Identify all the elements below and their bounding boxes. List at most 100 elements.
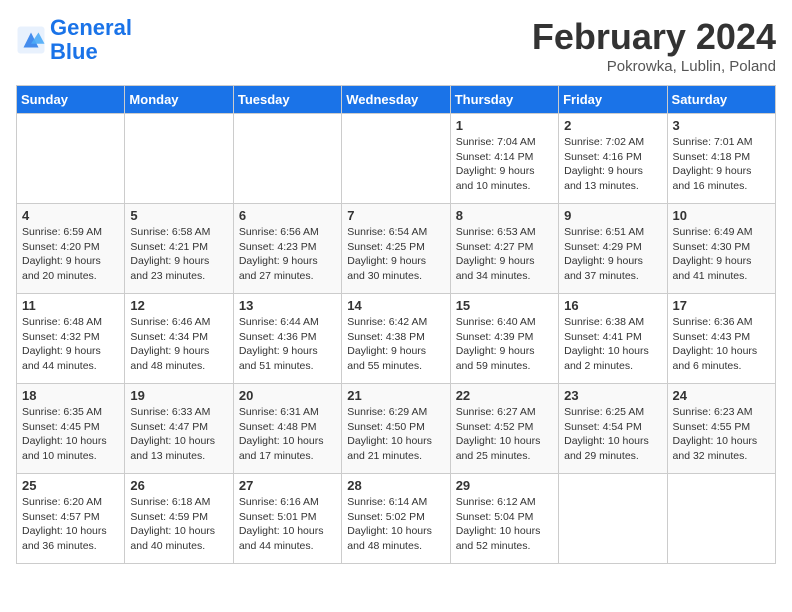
page-header: General Blue February 2024 Pokrowka, Lub…	[16, 16, 776, 75]
day-info: Sunrise: 6:58 AM Sunset: 4:21 PM Dayligh…	[130, 225, 227, 284]
day-info: Sunrise: 6:48 AM Sunset: 4:32 PM Dayligh…	[22, 315, 119, 374]
day-info: Sunrise: 6:36 AM Sunset: 4:43 PM Dayligh…	[673, 315, 770, 374]
calendar-week-4: 18Sunrise: 6:35 AM Sunset: 4:45 PM Dayli…	[17, 384, 776, 474]
day-info: Sunrise: 7:02 AM Sunset: 4:16 PM Dayligh…	[564, 135, 661, 194]
day-number: 2	[564, 118, 661, 133]
day-info: Sunrise: 6:40 AM Sunset: 4:39 PM Dayligh…	[456, 315, 553, 374]
calendar-cell: 11 Sunrise: 6:48 AM Sunset: 4:32 PM Dayli…	[17, 294, 125, 384]
day-number: 17	[673, 298, 770, 313]
day-info: Sunrise: 6:46 AM Sunset: 4:34 PM Dayligh…	[130, 315, 227, 374]
calendar-cell: 6 Sunrise: 6:56 AM Sunset: 4:23 PM Daylig…	[233, 204, 341, 294]
calendar-cell: 26 Sunrise: 6:18 AM Sunset: 4:59 PM Dayli…	[125, 474, 233, 564]
calendar-cell: 14Sunrise: 6:42 AM Sunset: 4:38 PM Dayli…	[342, 294, 450, 384]
calendar-cell	[17, 114, 125, 204]
day-info: Sunrise: 6:56 AM Sunset: 4:23 PM Dayligh…	[239, 225, 336, 284]
calendar-cell	[125, 114, 233, 204]
calendar-cell: 28 Sunrise: 6:14 AM Sunset: 5:02 PM Dayli…	[342, 474, 450, 564]
day-info: Sunrise: 6:12 AM Sunset: 5:04 PM Dayligh…	[456, 495, 553, 554]
day-info: Sunrise: 6:33 AM Sunset: 4:47 PM Dayligh…	[130, 405, 227, 464]
logo-icon	[16, 25, 46, 55]
day-number: 10	[673, 208, 770, 223]
day-number: 13	[239, 298, 336, 313]
calendar-cell: 8Sunrise: 6:53 AM Sunset: 4:27 PM Daylig…	[450, 204, 558, 294]
day-info: Sunrise: 6:35 AM Sunset: 4:45 PM Dayligh…	[22, 405, 119, 464]
day-info: Sunrise: 6:54 AM Sunset: 4:25 PM Dayligh…	[347, 225, 444, 284]
day-info: Sunrise: 6:59 AM Sunset: 4:20 PM Dayligh…	[22, 225, 119, 284]
day-info: Sunrise: 6:49 AM Sunset: 4:30 PM Dayligh…	[673, 225, 770, 284]
calendar-cell	[559, 474, 667, 564]
day-info: Sunrise: 6:42 AM Sunset: 4:38 PM Dayligh…	[347, 315, 444, 374]
day-info: Sunrise: 6:20 AM Sunset: 4:57 PM Dayligh…	[22, 495, 119, 554]
day-number: 1	[456, 118, 553, 133]
calendar-cell: 2 Sunrise: 7:02 AM Sunset: 4:16 PM Daylig…	[559, 114, 667, 204]
day-number: 29	[456, 478, 553, 493]
day-info: Sunrise: 6:16 AM Sunset: 5:01 PM Dayligh…	[239, 495, 336, 554]
calendar-cell: 12Sunrise: 6:46 AM Sunset: 4:34 PM Dayli…	[125, 294, 233, 384]
location-subtitle: Pokrowka, Lublin, Poland	[532, 58, 776, 75]
day-info: Sunrise: 6:44 AM Sunset: 4:36 PM Dayligh…	[239, 315, 336, 374]
day-number: 28	[347, 478, 444, 493]
logo-text-blue: Blue	[50, 39, 98, 64]
day-number: 23	[564, 388, 661, 403]
calendar-cell: 23 Sunrise: 6:25 AM Sunset: 4:54 PM Dayli…	[559, 384, 667, 474]
day-number: 4	[22, 208, 119, 223]
calendar-cell: 10 Sunrise: 6:49 AM Sunset: 4:30 PM Dayli…	[667, 204, 775, 294]
column-header-wednesday: Wednesday	[342, 86, 450, 114]
day-number: 26	[130, 478, 227, 493]
day-number: 15	[456, 298, 553, 313]
day-number: 24	[673, 388, 770, 403]
calendar-cell: 9 Sunrise: 6:51 AM Sunset: 4:29 PM Daylig…	[559, 204, 667, 294]
day-number: 22	[456, 388, 553, 403]
calendar-cell: 17 Sunrise: 6:36 AM Sunset: 4:43 PM Dayli…	[667, 294, 775, 384]
day-number: 8	[456, 208, 553, 223]
calendar-cell: 4 Sunrise: 6:59 AM Sunset: 4:20 PM Daylig…	[17, 204, 125, 294]
day-number: 20	[239, 388, 336, 403]
day-info: Sunrise: 6:23 AM Sunset: 4:55 PM Dayligh…	[673, 405, 770, 464]
calendar-cell: 21Sunrise: 6:29 AM Sunset: 4:50 PM Dayli…	[342, 384, 450, 474]
calendar-cell	[342, 114, 450, 204]
day-number: 6	[239, 208, 336, 223]
month-title: February 2024	[532, 16, 776, 58]
calendar-cell: 3Sunrise: 7:01 AM Sunset: 4:18 PM Daylig…	[667, 114, 775, 204]
day-info: Sunrise: 7:04 AM Sunset: 4:14 PM Dayligh…	[456, 135, 553, 194]
day-number: 16	[564, 298, 661, 313]
calendar-cell: 1 Sunrise: 7:04 AM Sunset: 4:14 PM Daylig…	[450, 114, 558, 204]
column-header-tuesday: Tuesday	[233, 86, 341, 114]
column-header-saturday: Saturday	[667, 86, 775, 114]
day-info: Sunrise: 6:27 AM Sunset: 4:52 PM Dayligh…	[456, 405, 553, 464]
day-number: 7	[347, 208, 444, 223]
column-header-thursday: Thursday	[450, 86, 558, 114]
calendar-cell: 13 Sunrise: 6:44 AM Sunset: 4:36 PM Dayli…	[233, 294, 341, 384]
calendar-week-1: 1 Sunrise: 7:04 AM Sunset: 4:14 PM Daylig…	[17, 114, 776, 204]
calendar-cell: 7 Sunrise: 6:54 AM Sunset: 4:25 PM Daylig…	[342, 204, 450, 294]
day-number: 9	[564, 208, 661, 223]
day-number: 27	[239, 478, 336, 493]
calendar-cell: 19 Sunrise: 6:33 AM Sunset: 4:47 PM Dayli…	[125, 384, 233, 474]
calendar-cell: 29 Sunrise: 6:12 AM Sunset: 5:04 PM Dayli…	[450, 474, 558, 564]
logo: General Blue	[16, 16, 132, 64]
column-header-monday: Monday	[125, 86, 233, 114]
day-info: Sunrise: 6:51 AM Sunset: 4:29 PM Dayligh…	[564, 225, 661, 284]
calendar-cell: 15 Sunrise: 6:40 AM Sunset: 4:39 PM Dayli…	[450, 294, 558, 384]
day-info: Sunrise: 6:25 AM Sunset: 4:54 PM Dayligh…	[564, 405, 661, 464]
calendar-cell: 24 Sunrise: 6:23 AM Sunset: 4:55 PM Dayli…	[667, 384, 775, 474]
day-info: Sunrise: 6:18 AM Sunset: 4:59 PM Dayligh…	[130, 495, 227, 554]
day-number: 11	[22, 298, 119, 313]
calendar-table: SundayMondayTuesdayWednesdayThursdayFrid…	[16, 85, 776, 564]
column-header-friday: Friday	[559, 86, 667, 114]
calendar-week-5: 25 Sunrise: 6:20 AM Sunset: 4:57 PM Dayli…	[17, 474, 776, 564]
day-number: 19	[130, 388, 227, 403]
day-info: Sunrise: 6:14 AM Sunset: 5:02 PM Dayligh…	[347, 495, 444, 554]
column-header-sunday: Sunday	[17, 86, 125, 114]
day-number: 25	[22, 478, 119, 493]
day-number: 5	[130, 208, 227, 223]
day-info: Sunrise: 6:29 AM Sunset: 4:50 PM Dayligh…	[347, 405, 444, 464]
calendar-cell	[233, 114, 341, 204]
calendar-cell: 5 Sunrise: 6:58 AM Sunset: 4:21 PM Daylig…	[125, 204, 233, 294]
day-info: Sunrise: 6:31 AM Sunset: 4:48 PM Dayligh…	[239, 405, 336, 464]
calendar-cell: 25 Sunrise: 6:20 AM Sunset: 4:57 PM Dayli…	[17, 474, 125, 564]
day-info: Sunrise: 6:38 AM Sunset: 4:41 PM Dayligh…	[564, 315, 661, 374]
day-info: Sunrise: 7:01 AM Sunset: 4:18 PM Dayligh…	[673, 135, 770, 194]
title-area: February 2024 Pokrowka, Lublin, Poland	[532, 16, 776, 75]
calendar-cell: 18Sunrise: 6:35 AM Sunset: 4:45 PM Dayli…	[17, 384, 125, 474]
